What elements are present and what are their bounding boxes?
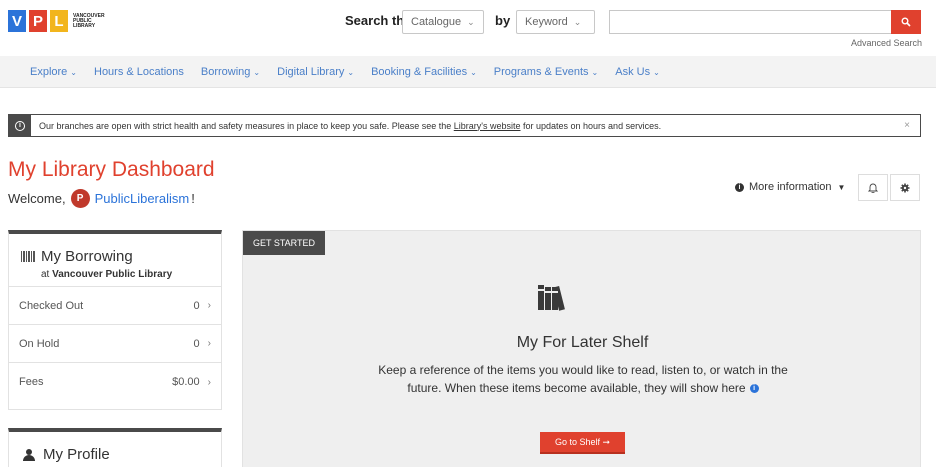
barcode-icon xyxy=(21,251,35,262)
alert-text: Our branches are open with strict health… xyxy=(39,121,661,131)
nav-label: Explore xyxy=(30,65,68,78)
nav-item-hours-locations[interactable]: Hours & Locations xyxy=(94,66,184,78)
my-borrowing-header: My Borrowing at Vancouver Public Library xyxy=(9,234,221,287)
bell-icon xyxy=(868,183,878,193)
welcome-label: Welcome, xyxy=(8,191,66,206)
chevron-right-icon: › xyxy=(207,338,211,349)
info-icon: i xyxy=(735,182,744,192)
row-value: 0 xyxy=(193,299,200,312)
nav-label: Digital Library xyxy=(277,65,345,78)
nav-item-booking-facilities[interactable]: Booking & Facilities ⌄ xyxy=(371,66,477,78)
nav-item-programs-events[interactable]: Programs & Events ⌄ xyxy=(494,66,598,78)
chevron-down-icon: ⌄ xyxy=(467,16,475,27)
logo-letter-p: P xyxy=(29,10,47,32)
alert-banner: i Our branches are open with strict heal… xyxy=(8,114,921,137)
row-value: $0.00 xyxy=(172,376,200,388)
vpl-logo[interactable]: V P L VANCOUVER PUBLIC LIBRARY xyxy=(8,8,107,34)
main-nav: Explore ⌄ Hours & Locations Borrowing ⌄ Di… xyxy=(0,56,936,88)
catalogue-select[interactable]: Catalogue ⌄ xyxy=(402,10,484,34)
by-label: by xyxy=(495,13,511,28)
alert-text-after: for updates on hours and services. xyxy=(520,120,662,131)
welcome-message: Welcome, P PublicLiberalism ! xyxy=(8,189,195,208)
for-later-shelf-card: GET STARTED My For Later Shelf Keep a re… xyxy=(242,230,921,467)
nav-item-explore[interactable]: Explore ⌄ xyxy=(30,66,77,78)
books-icon xyxy=(538,285,565,311)
nav-item-ask-us[interactable]: Ask Us ⌄ xyxy=(615,66,660,78)
my-borrowing-title: My Borrowing xyxy=(41,248,133,265)
notifications-button[interactable] xyxy=(858,174,888,201)
my-borrowing-panel: My Borrowing at Vancouver Public Library… xyxy=(8,230,222,410)
get-started-tag: GET STARTED xyxy=(243,231,326,255)
library-website-link[interactable]: Library's website xyxy=(454,121,521,131)
logo-letter-v: V xyxy=(8,10,26,32)
chevron-down-icon: ⌄ xyxy=(591,67,599,77)
chevron-down-icon: ⌄ xyxy=(653,67,660,77)
my-profile-panel: My Profile xyxy=(8,428,222,467)
row-label: Fees xyxy=(19,376,44,388)
nav-item-digital-library[interactable]: Digital Library ⌄ xyxy=(277,66,354,78)
chevron-right-icon: › xyxy=(207,300,211,311)
info-icon: i xyxy=(9,115,31,136)
site-header: V P L VANCOUVER PUBLIC LIBRARY Search th… xyxy=(0,0,936,56)
shelf-title: My For Later Shelf xyxy=(516,334,649,351)
logo-text: VANCOUVER PUBLIC LIBRARY xyxy=(73,12,105,29)
page-title: My Library Dashboard xyxy=(8,158,215,181)
search-icon xyxy=(901,17,911,27)
avatar[interactable]: P xyxy=(70,189,90,208)
search-button[interactable] xyxy=(891,10,921,34)
chevron-down-icon: ⌄ xyxy=(347,67,355,77)
settings-button[interactable] xyxy=(890,174,920,201)
logo-letter-l: L xyxy=(50,10,68,32)
chevron-down-icon: ⌄ xyxy=(573,16,582,27)
fees-row[interactable]: Fees $0.00 › xyxy=(9,363,221,401)
row-label: Checked Out xyxy=(19,299,84,312)
at-label: at xyxy=(41,269,50,280)
username-link[interactable]: PublicLiberalism xyxy=(95,191,190,206)
go-to-shelf-button[interactable]: Go to Shelf ➞ xyxy=(540,432,625,454)
keyword-select[interactable]: Keyword ⌄ xyxy=(516,10,595,34)
alert-text-before: Our branches are open with strict health… xyxy=(39,120,454,131)
close-icon[interactable]: × xyxy=(904,120,910,131)
welcome-exclaim: ! xyxy=(191,191,195,206)
library-name: Vancouver Public Library xyxy=(52,269,173,280)
more-information-label: More information xyxy=(749,181,832,193)
row-value: 0 xyxy=(193,337,200,350)
nav-label: Ask Us xyxy=(615,65,651,78)
more-information-toggle[interactable]: i More information ▼ xyxy=(735,181,845,193)
nav-label: Programs & Events xyxy=(493,65,589,78)
gear-icon xyxy=(900,183,910,192)
nav-item-borrowing[interactable]: Borrowing ⌄ xyxy=(201,66,260,78)
nav-label: Borrowing xyxy=(200,65,251,78)
nav-label: Booking & Facilities xyxy=(371,65,468,78)
checked-out-row[interactable]: Checked Out 0 › xyxy=(9,287,221,325)
chevron-down-icon: ⌄ xyxy=(470,67,477,77)
row-label: On Hold xyxy=(19,337,60,350)
chevron-right-icon: › xyxy=(207,376,211,388)
chevron-down-icon: ⌄ xyxy=(70,67,77,77)
info-icon[interactable]: i xyxy=(749,384,759,394)
my-profile-title[interactable]: My Profile xyxy=(43,446,110,463)
chevron-down-icon: ⌄ xyxy=(253,67,261,77)
user-icon xyxy=(23,448,35,461)
caret-down-icon: ▼ xyxy=(837,182,846,192)
shelf-description: Keep a reference of the items you would … xyxy=(373,361,793,397)
keyword-select-value: Keyword xyxy=(525,16,568,28)
on-hold-row[interactable]: On Hold 0 › xyxy=(9,325,221,363)
catalogue-select-value: Catalogue xyxy=(411,16,462,28)
search-input[interactable] xyxy=(609,10,891,34)
nav-label: Hours & Locations xyxy=(94,65,184,78)
shelf-description-text: Keep a reference of the items you would … xyxy=(378,363,788,395)
advanced-search-link[interactable]: Advanced Search xyxy=(851,38,922,48)
